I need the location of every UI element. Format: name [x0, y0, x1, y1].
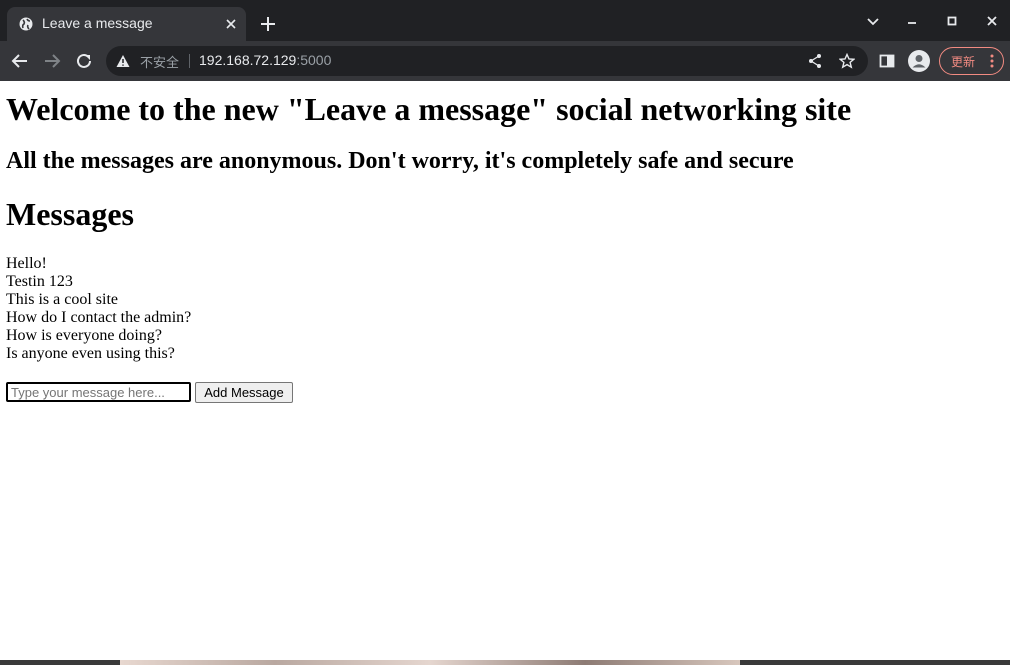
messages-heading: Messages [6, 196, 134, 232]
browser-toolbar: 不安全 192.168.72.129:5000 更新 [0, 41, 1010, 81]
bookmark-star-icon[interactable] [839, 53, 855, 69]
menu-dots-icon[interactable] [990, 54, 994, 68]
url-text[interactable]: 192.168.72.129:5000 [199, 52, 331, 68]
page-content: Welcome to the new "Leave a message" soc… [0, 81, 1010, 660]
message-item: Hello! [6, 255, 47, 272]
desktop-taskbar-strip [0, 660, 1010, 665]
forward-arrow-icon[interactable] [43, 52, 61, 70]
side-panel-icon[interactable] [878, 52, 896, 70]
browser-tab[interactable]: Leave a message [7, 7, 246, 41]
tab-title: Leave a message [42, 15, 153, 31]
warning-icon[interactable] [116, 54, 130, 68]
message-list: Hello! Testin 123 This is a cool site Ho… [6, 255, 191, 363]
url-port: :5000 [296, 52, 332, 68]
message-item: How is everyone doing? [6, 327, 162, 344]
message-item: Is anyone even using this? [6, 345, 175, 362]
reload-icon[interactable] [75, 52, 93, 70]
wallpaper-strip [120, 660, 740, 665]
tab-search-chevron-icon[interactable] [865, 13, 881, 29]
maximize-icon[interactable] [944, 13, 960, 29]
address-divider [189, 54, 190, 68]
message-item: This is a cool site [6, 291, 118, 308]
close-window-icon[interactable] [984, 13, 1000, 29]
browser-tab-strip: Leave a message [0, 0, 1010, 41]
address-bar[interactable]: 不安全 192.168.72.129:5000 [106, 46, 868, 76]
not-secure-label[interactable]: 不安全 [140, 52, 179, 71]
update-button[interactable]: 更新 [939, 47, 1004, 75]
new-tab-icon[interactable] [258, 14, 278, 34]
message-item: Testin 123 [6, 273, 73, 290]
update-label: 更新 [951, 55, 976, 69]
message-input[interactable] [6, 382, 191, 402]
add-message-button[interactable]: Add Message [195, 382, 293, 403]
close-tab-icon[interactable] [223, 16, 239, 32]
page-title: Welcome to the new "Leave a message" soc… [6, 91, 852, 127]
message-item: How do I contact the admin? [6, 309, 192, 326]
page-subtitle: All the messages are anonymous. Don't wo… [6, 148, 794, 174]
share-icon[interactable] [807, 53, 823, 69]
profile-avatar-icon[interactable] [908, 50, 930, 72]
globe-icon [19, 17, 33, 31]
back-arrow-icon[interactable] [11, 52, 29, 70]
url-host: 192.168.72.129 [199, 52, 297, 68]
minimize-icon[interactable] [904, 13, 920, 29]
